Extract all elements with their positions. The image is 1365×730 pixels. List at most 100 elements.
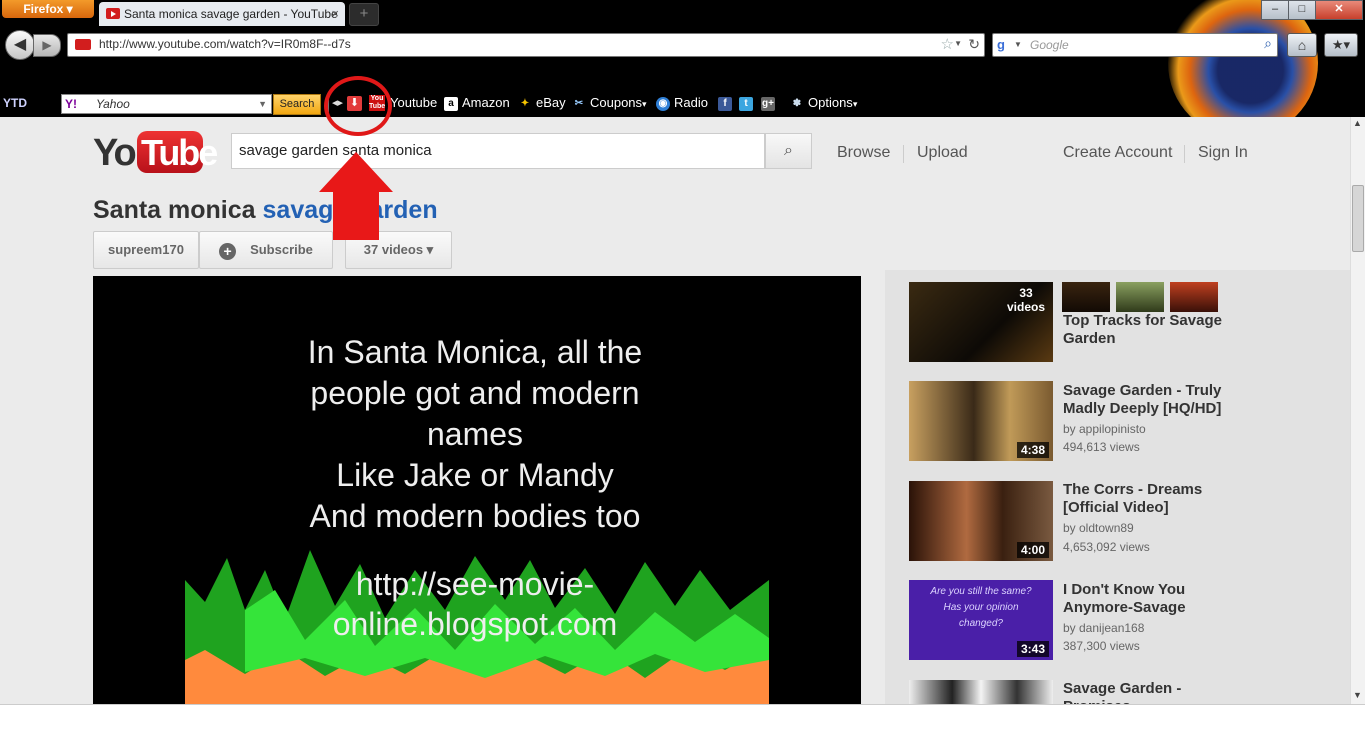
window-minimize-button[interactable]: – — [1261, 0, 1289, 20]
twitter-icon: t — [739, 96, 753, 111]
video-views: 4,653,092 views — [1063, 540, 1150, 554]
toolbar-item-label: Youtube — [390, 95, 438, 110]
scroll-down-arrow-icon[interactable]: ▼ — [1350, 690, 1365, 704]
back-button[interactable]: ◀ — [5, 30, 35, 60]
new-tab-button[interactable]: + — [349, 3, 379, 26]
amazon-icon: a — [444, 96, 458, 111]
plus-icon: + — [219, 243, 237, 260]
engine-dropdown-icon[interactable]: ▼ — [1014, 40, 1022, 49]
video-thumbnail[interactable] — [909, 680, 1053, 704]
url-text: http://www.youtube.com/watch?v=IR0m8F--d… — [99, 37, 351, 51]
yahoo-dropdown-icon[interactable]: ▼ — [258, 96, 267, 112]
search-engine-placeholder: Google — [1030, 38, 1069, 52]
toolbar-item-label: Coupons — [590, 95, 643, 110]
playlist-count-number: 33 — [1019, 286, 1033, 300]
video-uploader: by appilopinisto — [1063, 422, 1146, 436]
sign-in-link[interactable]: Sign In — [1198, 144, 1248, 162]
video-thumbnail[interactable]: 4:00 — [909, 481, 1053, 561]
lyric-line: names — [426, 416, 524, 452]
playlist-mini-thumbnail[interactable] — [1062, 282, 1110, 312]
coupons-dropdown-icon: ▾ — [642, 99, 647, 109]
tab-close-icon[interactable]: × — [331, 2, 339, 26]
back-arrow-icon: ◀ — [13, 36, 27, 53]
toolbar-item-radio[interactable]: ◉ Radio — [656, 90, 708, 116]
nav-divider — [903, 145, 904, 163]
subscribe-label: Subscribe — [250, 242, 313, 257]
nav-divider — [1184, 145, 1185, 163]
bookmarks-button[interactable]: ★▾ — [1324, 33, 1358, 57]
annotation-arrow-head — [319, 152, 393, 192]
video-player[interactable]: In Santa Monica, all the people got and … — [93, 276, 861, 706]
upload-link[interactable]: Upload — [917, 144, 968, 162]
toolbar-item-youtube[interactable]: Youtube — [390, 90, 437, 116]
video-title-link[interactable]: Savage Garden - Promises — [1063, 680, 1253, 704]
search-go-icon[interactable]: ⌕ — [1264, 35, 1272, 52]
twitter-button[interactable]: t — [739, 90, 757, 116]
scroll-up-arrow-icon[interactable]: ▲ — [1350, 118, 1365, 132]
video-title-link[interactable]: Savage Garden - Truly Madly Deeply [HQ/H… — [1063, 382, 1253, 418]
channel-button[interactable]: supreem170 — [93, 231, 199, 269]
ytd-button[interactable]: YTD — [3, 90, 27, 116]
yahoo-search-button[interactable]: Search — [273, 94, 321, 115]
lyric-line: Like Jake or Mandy — [336, 457, 614, 493]
google-icon[interactable]: g — [997, 37, 1005, 52]
firefox-menu-button[interactable]: Firefox ▾ — [2, 0, 94, 18]
youtube-search-input[interactable]: savage garden santa monica — [231, 133, 765, 169]
video-title-link[interactable]: The Corrs - Dreams [Official Video] — [1063, 481, 1253, 517]
create-account-link[interactable]: Create Account — [1063, 144, 1172, 162]
toolbar-item-label: eBay — [536, 95, 566, 110]
video-title-link[interactable]: I Don't Know You Anymore-Savage — [1063, 581, 1253, 617]
playlist-mini-thumbnail[interactable] — [1170, 282, 1218, 312]
addon-toolbar: YTD Y! Yahoo ▼ Search ◂▸ ⬇ You Tube Youtu… — [0, 90, 1365, 116]
scrollbar-thumb[interactable] — [1352, 185, 1364, 252]
browser-tab[interactable]: Santa monica savage garden - YouTube × — [99, 2, 345, 26]
site-identity-icon — [75, 39, 91, 50]
coupons-icon: ✂ — [574, 97, 584, 109]
window-close-button[interactable]: ✕ — [1315, 0, 1363, 20]
toolbar-item-label: Amazon — [462, 95, 510, 110]
toolbar-item-options[interactable]: ✽ Options▾ — [790, 90, 858, 116]
video-thumbnail[interactable]: 4:38 — [909, 381, 1053, 461]
playlist-thumbnail[interactable]: 33 videos — [909, 282, 1053, 362]
youtube-search-button[interactable]: ⌕ — [765, 133, 812, 169]
video-title: Santa monica savage garden — [93, 196, 438, 225]
lyric-line: And modern bodies too — [309, 498, 641, 534]
url-line: http://see-movie- — [355, 566, 595, 602]
facebook-button[interactable]: f — [718, 90, 736, 116]
toolbar-item-ebay[interactable]: ✦ eBay — [518, 90, 566, 116]
video-title-main: Santa monica — [93, 196, 256, 224]
subscribe-button[interactable]: + Subscribe — [199, 231, 333, 269]
browse-link[interactable]: Browse — [837, 144, 890, 162]
window-maximize-button[interactable]: □ — [1288, 0, 1316, 20]
video-uploader: by danijean168 — [1063, 621, 1145, 635]
ebay-icon: ✦ — [520, 97, 530, 109]
ytd-label: YTD — [3, 96, 27, 110]
toolbar-item-coupons[interactable]: ✂ Coupons▾ — [572, 90, 647, 116]
home-button[interactable]: ⌂ — [1287, 33, 1317, 57]
youtube-favicon-icon — [106, 8, 120, 19]
annotation-arrow-shaft — [333, 188, 379, 240]
options-dropdown-icon: ▾ — [852, 99, 858, 109]
yahoo-search-input[interactable]: Y! Yahoo ▼ — [61, 94, 272, 114]
address-bar[interactable]: http://www.youtube.com/watch?v=IR0m8F--d… — [67, 33, 985, 57]
search-engine-bar[interactable]: g ▼ Google ⌕ — [992, 33, 1278, 57]
search-icon: ⌕ — [784, 142, 793, 159]
logo-tube-badge: Tube — [137, 131, 218, 173]
video-uploader: by oldtown89 — [1063, 521, 1134, 535]
forward-button[interactable]: ▶ — [33, 34, 61, 57]
radio-icon: ◉ — [656, 96, 670, 111]
reload-icon[interactable]: ↻ — [968, 36, 980, 53]
toolbar-item-label: Radio — [674, 95, 708, 110]
video-thumbnail[interactable]: Are you still the same? Has your opinion… — [909, 580, 1053, 660]
facebook-icon: f — [718, 96, 732, 111]
bookmark-star-icon[interactable]: ☆ — [941, 35, 954, 53]
google-plus-button[interactable]: g+ — [761, 90, 779, 116]
playlist-mini-thumbnail[interactable] — [1116, 282, 1164, 312]
firefox-menu-label: Firefox — [23, 2, 64, 16]
toolbar-item-amazon[interactable]: a Amazon — [444, 90, 510, 116]
history-dropdown-icon[interactable]: ▼ — [954, 39, 962, 48]
yahoo-placeholder: Yahoo — [96, 97, 130, 111]
playlist-title[interactable]: Top Tracks for Savage Garden — [1063, 312, 1253, 348]
playlist-count-label: videos — [1006, 300, 1045, 314]
lyrics-text: In Santa Monica, all the people got and … — [93, 332, 857, 537]
